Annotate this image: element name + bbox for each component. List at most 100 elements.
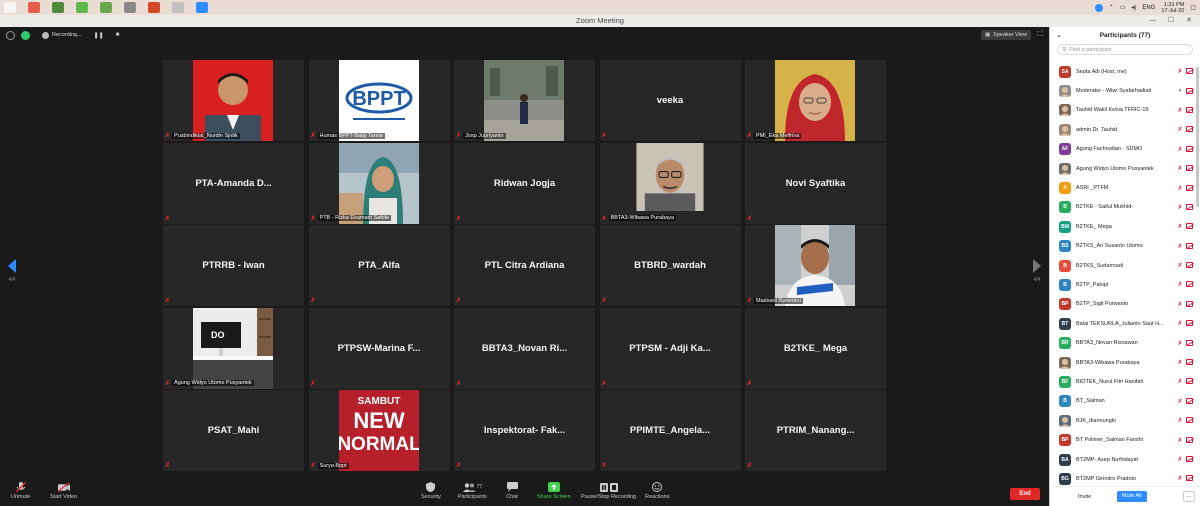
whatsapp-icon[interactable] <box>76 2 88 13</box>
participant-status: ✗ <box>1177 126 1193 133</box>
network-icon[interactable]: ▭ <box>1120 4 1126 11</box>
video-tile[interactable]: PTPSM - Adji Ka... ✗ <box>599 307 741 389</box>
chevron-down-icon[interactable]: ⌄ <box>1056 31 1062 39</box>
participant-row[interactable]: Tauhid Wakil Ketua TFRIC-19 ✗ <box>1050 101 1200 120</box>
participant-row[interactable]: BBTA3-Wibawa Purabaya ✗ <box>1050 353 1200 372</box>
search-input[interactable] <box>1069 46 1180 53</box>
zoom-tray-icon[interactable] <box>1094 3 1103 12</box>
participants-icon: 77 <box>461 482 483 492</box>
app-icon[interactable] <box>100 2 112 13</box>
participant-row[interactable]: Agung Widyo Utomo Pusyantek ✗ <box>1050 159 1200 178</box>
end-meeting-button[interactable]: End <box>1010 488 1040 500</box>
video-tile[interactable]: BPPT ✗ Humas BPPT-Babji Tarsia <box>308 60 450 141</box>
chevron-up-icon[interactable]: ⌃ <box>1109 4 1114 11</box>
participant-list-scrollbar[interactable] <box>1196 67 1199 207</box>
avatar: B <box>1059 395 1071 408</box>
video-tile[interactable]: PSAT_Mahi ✗ <box>163 390 304 471</box>
participants-button[interactable]: 77 Participants <box>458 482 487 500</box>
participant-row[interactable]: BJK_diannungki ✗ <box>1050 411 1200 430</box>
avatar <box>1059 85 1071 98</box>
video-tile[interactable]: PTRRB - Iwan ✗ <box>163 225 304 306</box>
powerpoint-icon[interactable] <box>148 2 160 13</box>
media-icon[interactable] <box>124 2 136 13</box>
participant-row[interactable]: BR BBTA3_Novan Risnawan ✗ <box>1050 333 1200 352</box>
language-indicator[interactable]: ENG <box>1142 5 1155 11</box>
pause-stop-recording-button[interactable]: Pause/Stop Recording <box>581 482 636 500</box>
avatar <box>1059 414 1071 427</box>
participant-row[interactable]: B B2TKS_Sudarmadi ✗ <box>1050 256 1200 275</box>
mic-muted-icon: ✗ <box>1177 301 1183 308</box>
participant-row[interactable]: BF BIOTEK_Nurul Fitri Hanifah ✗ <box>1050 372 1200 391</box>
video-tile[interactable]: B2TKE_ Mega ✗ <box>745 307 886 389</box>
video-tile[interactable]: PTPSW-Marina F... ✗ <box>308 307 450 389</box>
participant-row[interactable]: B BT_Salman ✗ <box>1050 392 1200 411</box>
participant-row[interactable]: BP B2TP_Sigit Purwanto ✗ <box>1050 295 1200 314</box>
participant-row[interactable]: admin Dr. Tauhid ✗ <box>1050 120 1200 139</box>
participant-row[interactable]: BT Balai TEKSURLA_Julianto Saut H... ✗ <box>1050 314 1200 333</box>
app-icon-2[interactable] <box>172 2 184 13</box>
video-tile[interactable]: ✗ Pusbindiklat_Nurdin Sjidik <box>163 60 304 141</box>
participant-row[interactable]: B B2TKE - Saiful Mukhid- ✗ <box>1050 198 1200 217</box>
video-tile[interactable]: ✗ PTB - Rizka Ekamatri Sahile <box>308 142 450 224</box>
video-tile[interactable]: SAMBUT NEW NORMAL ✗ Surya Bppt <box>308 390 450 471</box>
speaker-view-button[interactable]: ▦ Speaker View <box>980 30 1031 40</box>
participant-name: ASRI _PTFM <box>1076 185 1109 192</box>
zoom-icon[interactable] <box>196 2 208 13</box>
more-options-button[interactable]: ... <box>1183 491 1195 502</box>
video-tile[interactable]: DO ✗ Agung Widyo Utomo Pusyantek <box>163 307 304 389</box>
minimize-icon[interactable]: — <box>1149 15 1156 27</box>
maximize-icon[interactable]: ☐ <box>1168 15 1174 27</box>
video-tile[interactable]: Novi Syaftika ✗ <box>745 142 886 224</box>
volume-icon[interactable]: ◂) <box>1131 4 1136 11</box>
participant-row[interactable]: A ASRI _PTFM ✗ <box>1050 178 1200 197</box>
close-icon[interactable]: ✕ <box>1186 15 1192 27</box>
participant-row[interactable]: BM B2TKE_ Mega ✗ <box>1050 217 1200 236</box>
invite-button[interactable]: Invite <box>1071 491 1099 502</box>
participant-row[interactable]: AF Agung Fachrudian - SDMO ✗ <box>1050 140 1200 159</box>
info-icon[interactable] <box>6 30 15 40</box>
video-tile[interactable]: PTA-Amanda D... ✗ <box>163 142 304 224</box>
chat-button[interactable]: Chat <box>506 482 518 500</box>
participant-row[interactable]: BA BT2MP- Asep Nurhidayat ✗ <box>1050 450 1200 469</box>
video-tile[interactable]: ✗ BBTA3-Wibawa Purabaya <box>599 142 741 224</box>
stop-recording-icon[interactable]: ■ <box>116 32 120 38</box>
chrome-icon[interactable] <box>28 2 40 13</box>
participant-search[interactable]: ⚲ <box>1057 44 1193 55</box>
video-tile[interactable]: ✗ Josp Jupriyanto <box>454 60 595 141</box>
notifications-icon[interactable]: ▢ <box>1190 4 1196 11</box>
shield-icon[interactable] <box>21 30 30 40</box>
video-tile[interactable]: Inspektorat- Fak... ✗ <box>454 390 595 471</box>
reactions-button[interactable]: Reactions <box>645 482 669 500</box>
next-page-button[interactable]: 4/4 <box>1033 259 1041 283</box>
participant-row[interactable]: B B2TP_Palupi ✗ <box>1050 275 1200 294</box>
video-tile[interactable]: ✗ Madsaid Rprenteu <box>745 225 886 306</box>
start-video-button[interactable]: Start Video <box>50 482 77 500</box>
participant-row[interactable]: Moderator - Wiwi Syafarhadiati ♦ <box>1050 81 1200 100</box>
video-tile[interactable]: veeka ✗ <box>599 60 741 141</box>
security-label: Security <box>421 494 441 500</box>
security-button[interactable]: Security <box>421 482 441 500</box>
video-tile[interactable]: PTL Citra Ardiana ✗ <box>454 225 595 306</box>
participant-row[interactable]: BP BT Polimer_Salman Fanshi ✗ <box>1050 430 1200 449</box>
svg-text:NORMAL: NORMAL <box>339 434 419 455</box>
video-tile[interactable]: BTBRD_wardah ✗ <box>599 225 741 306</box>
unmute-button[interactable]: Unmute <box>11 481 30 500</box>
fullscreen-icon[interactable]: ⛶ <box>1035 30 1045 40</box>
mic-muted-icon: ✗ <box>1177 127 1183 134</box>
video-tile[interactable]: Ridwan Jogja ✗ <box>454 142 595 224</box>
participant-row[interactable]: SA Septa Adi (Host, me) ✗ <box>1050 62 1200 81</box>
participant-row[interactable]: BS B2TKS_Ari Susanto Utomo ✗ <box>1050 237 1200 256</box>
video-tile[interactable]: PPIMTE_Angela... ✗ <box>599 390 741 471</box>
windows-start-icon[interactable] <box>4 2 16 13</box>
clock[interactable]: 1:31 PM 17-Jul-20 <box>1161 2 1184 14</box>
video-tile[interactable]: PTA_Alfa ✗ <box>308 225 450 306</box>
prev-page-button[interactable]: 4/4 <box>8 259 16 283</box>
mute-all-button[interactable]: Mute All <box>1117 491 1147 502</box>
share-screen-button[interactable]: Share Screen <box>537 482 571 500</box>
video-tile[interactable]: BBTA3_Novan Ri... ✗ <box>454 307 595 389</box>
pause-recording-icon[interactable]: ❚❚ <box>94 32 104 39</box>
video-tile[interactable]: PTRIM_Nanang... ✗ <box>745 390 886 471</box>
video-off-icon <box>1186 397 1193 404</box>
video-tile[interactable]: ✗ PMI_Eka Melfrina <box>745 60 886 141</box>
file-explorer-icon[interactable] <box>52 2 64 13</box>
